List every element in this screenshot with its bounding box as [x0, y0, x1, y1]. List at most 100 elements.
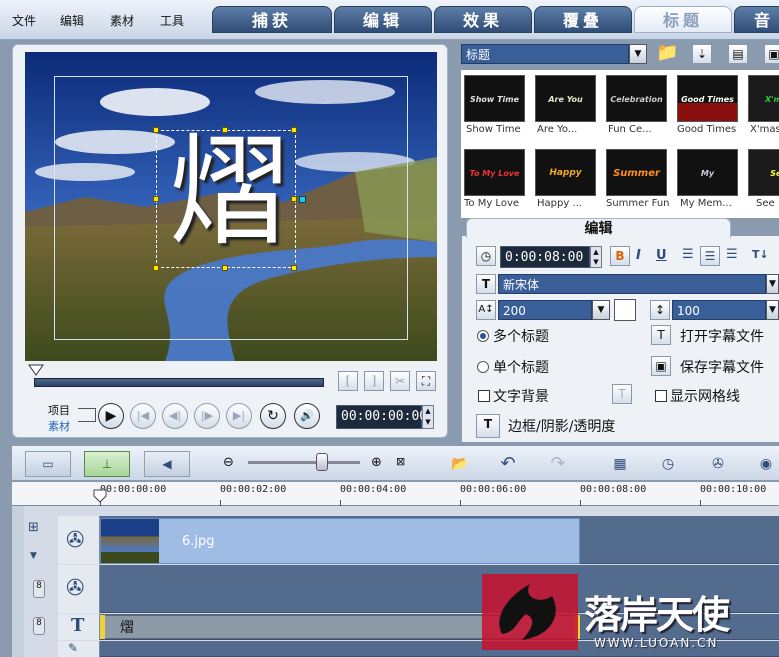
duration-spinner[interactable]: ▲ ▼: [590, 246, 602, 268]
menu-edit[interactable]: 编辑: [60, 12, 84, 29]
timer-icon[interactable]: ◷: [654, 452, 682, 476]
chevron-down-icon[interactable]: ▼: [592, 300, 610, 320]
tab-capture[interactable]: 捕获: [212, 6, 332, 33]
track-lock-icon[interactable]: 8: [33, 580, 45, 598]
zoom-out-icon[interactable]: ⊖: [223, 455, 234, 470]
track-manager-icon[interactable]: ⊞: [28, 520, 54, 542]
font-size-select[interactable]: 200: [498, 300, 592, 320]
title-template-thumb[interactable]: Show Time: [464, 75, 525, 122]
title-template-thumb[interactable]: Good Times: [677, 75, 738, 122]
title-template-thumb[interactable]: X'mas: [748, 75, 779, 122]
menu-file[interactable]: 文件: [12, 12, 36, 29]
resize-handle[interactable]: [153, 265, 159, 271]
import-icon[interactable]: ⇣: [692, 44, 712, 64]
folder-icon[interactable]: 📁: [656, 42, 680, 66]
align-left-icon[interactable]: ☰: [682, 247, 694, 262]
vertical-text-button[interactable]: T↓: [752, 248, 769, 261]
library-category-select[interactable]: 标题: [461, 44, 629, 64]
underline-button[interactable]: U: [656, 248, 667, 263]
tab-audio[interactable]: 音: [734, 6, 779, 33]
track-lock-icon[interactable]: 8: [33, 617, 45, 635]
timecode-display[interactable]: 00:00:00:00: [336, 405, 427, 429]
resize-handle[interactable]: [291, 265, 297, 271]
line-spacing-select[interactable]: 100: [672, 300, 766, 320]
text-background-settings-icon[interactable]: T: [612, 384, 632, 404]
multi-title-radio[interactable]: [477, 330, 489, 342]
align-right-icon[interactable]: ☰: [726, 247, 738, 262]
rotate-handle[interactable]: [299, 196, 306, 203]
chevron-down-icon[interactable]: ▼: [766, 300, 779, 320]
audio-view-icon[interactable]: ◀: [144, 451, 190, 477]
timeline-view-icon[interactable]: ⊥: [84, 451, 130, 477]
volume-button[interactable]: 🔊: [294, 403, 320, 429]
redo-icon[interactable]: ↷: [544, 452, 572, 476]
enlarge-preview-icon[interactable]: ⛶: [416, 371, 436, 391]
scrubber-handle-icon[interactable]: [28, 364, 44, 376]
fit-project-icon[interactable]: ⊠: [396, 455, 405, 468]
title-template-thumb[interactable]: To My Love: [464, 149, 525, 196]
repeat-button[interactable]: ↻: [260, 403, 286, 429]
italic-button[interactable]: I: [636, 248, 641, 263]
timecode-spinner[interactable]: ▲ ▼: [422, 405, 434, 429]
library-manager-icon[interactable]: ▣: [764, 44, 779, 64]
font-select[interactable]: 新宋体: [498, 274, 766, 294]
title-template-thumb[interactable]: Happy Halloween: [535, 149, 596, 196]
save-subtitle-icon[interactable]: ▣: [651, 356, 671, 376]
title-template-thumb[interactable]: Celebration: [606, 75, 667, 122]
cut-clip-icon[interactable]: ✂: [390, 371, 410, 391]
track-collapse-icon[interactable]: ▼: [30, 551, 37, 561]
mark-in-icon[interactable]: [: [338, 371, 358, 391]
menu-clip[interactable]: 素材: [110, 12, 134, 29]
tab-title[interactable]: 标题: [634, 6, 732, 33]
chevron-down-icon[interactable]: ▼: [629, 44, 647, 64]
single-title-radio[interactable]: [477, 361, 489, 373]
tab-title-edit[interactable]: 编辑: [466, 218, 731, 238]
title-template-thumb[interactable]: Are You Ready?: [535, 75, 596, 122]
record-capture-icon[interactable]: ▦: [606, 452, 634, 476]
mark-out-icon[interactable]: ]: [364, 371, 384, 391]
resize-handle[interactable]: [222, 127, 228, 133]
bold-button[interactable]: B: [610, 246, 630, 266]
resize-handle[interactable]: [222, 265, 228, 271]
project-mode-label[interactable]: 项目: [48, 402, 70, 418]
zoom-slider-track[interactable]: [248, 461, 360, 464]
voice-track-header[interactable]: [58, 641, 100, 657]
clip-mode-label[interactable]: 素材: [48, 418, 70, 434]
library-options-icon[interactable]: ▤: [728, 44, 748, 64]
undo-icon[interactable]: ↶: [494, 452, 522, 476]
zoom-slider-thumb[interactable]: [316, 453, 328, 471]
insert-media-icon[interactable]: 📂: [446, 452, 474, 476]
track-manager-icon[interactable]: ✇: [704, 452, 732, 476]
open-subtitle-button[interactable]: 打开字幕文件: [680, 326, 764, 346]
font-color-swatch[interactable]: [614, 299, 636, 321]
play-button[interactable]: ▶: [98, 403, 124, 429]
smart-proxy-icon[interactable]: ◉: [752, 452, 779, 476]
title-template-thumb[interactable]: See: [748, 149, 779, 196]
menu-tools[interactable]: 工具: [160, 12, 184, 29]
title-template-thumb[interactable]: My Memories: [677, 149, 738, 196]
resize-handle[interactable]: [291, 196, 297, 202]
tab-edit[interactable]: 编辑: [334, 6, 432, 33]
zoom-in-icon[interactable]: ⊕: [371, 455, 382, 470]
tab-overlay[interactable]: 覆叠: [534, 6, 632, 33]
open-subtitle-icon[interactable]: T: [651, 325, 671, 345]
storyboard-view-icon[interactable]: ▭: [25, 451, 71, 477]
border-shadow-button[interactable]: 边框/阴影/透明度: [508, 416, 615, 436]
chevron-down-icon[interactable]: ▼: [766, 274, 779, 294]
title-selection-box[interactable]: [156, 130, 296, 268]
next-frame-button[interactable]: |▶: [194, 403, 220, 429]
tab-effects[interactable]: 效果: [434, 6, 532, 33]
align-center-icon[interactable]: ☰: [700, 246, 720, 266]
home-button[interactable]: |◀: [130, 403, 156, 429]
duration-field[interactable]: 0:00:08:00: [500, 246, 590, 268]
previous-frame-button[interactable]: ◀|: [162, 403, 188, 429]
save-subtitle-button[interactable]: 保存字幕文件: [680, 357, 764, 377]
title-clip-start-handle[interactable]: [100, 615, 105, 639]
resize-handle[interactable]: [153, 127, 159, 133]
playhead-icon[interactable]: [92, 488, 108, 504]
resize-handle[interactable]: [291, 127, 297, 133]
video-clip[interactable]: [100, 518, 580, 564]
scrub-bar[interactable]: [34, 378, 324, 387]
border-shadow-icon[interactable]: T: [476, 414, 500, 438]
text-background-checkbox[interactable]: [478, 390, 490, 402]
